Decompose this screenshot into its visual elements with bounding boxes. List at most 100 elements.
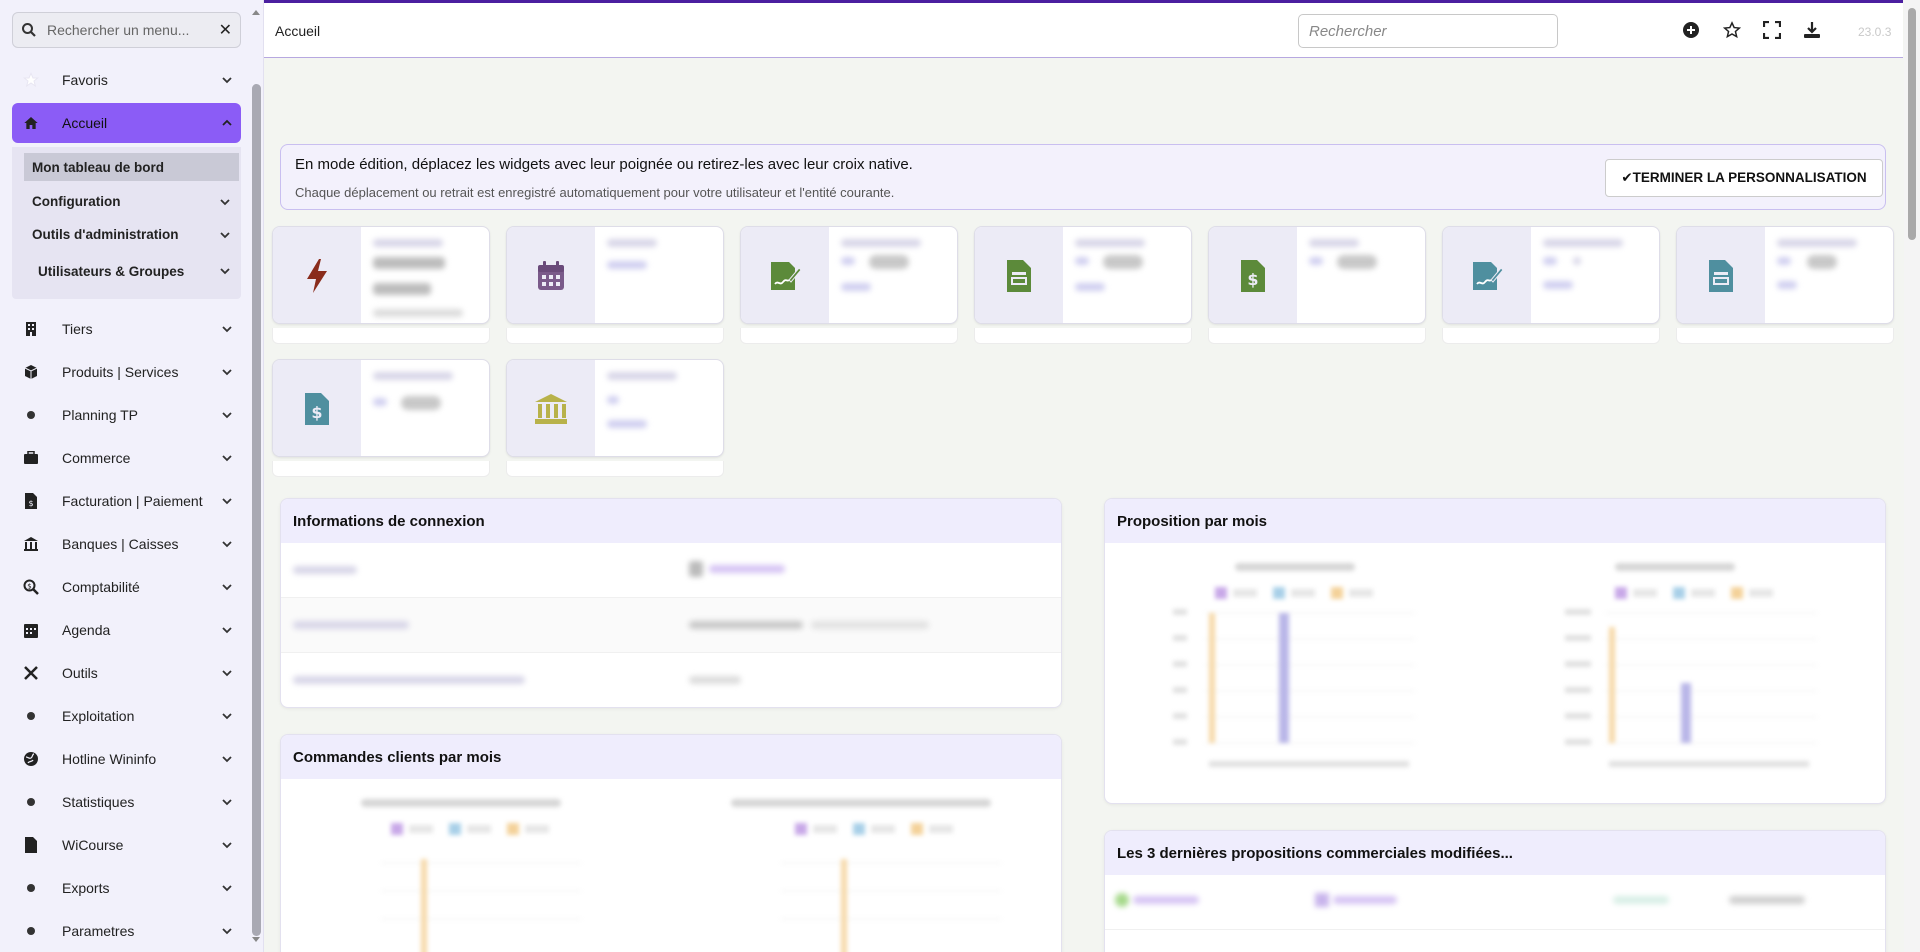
sidebar-item-planning-tp[interactable]: Planning TP <box>12 393 241 436</box>
invoice-dollar-icon: $ <box>1241 260 1265 292</box>
stat-widget[interactable] <box>740 226 958 346</box>
sidebar-item-statistiques[interactable]: Statistiques <box>12 780 241 823</box>
panel-title: Commandes clients par mois <box>281 735 1061 779</box>
chevron-down-icon <box>222 583 232 590</box>
sidebar-item-label: Outils <box>62 664 98 681</box>
sidebar-item-label: Produits | Services <box>62 363 179 380</box>
bank-icon <box>535 394 567 424</box>
dot-icon <box>22 406 40 424</box>
sidebar-item-comptabilite[interactable]: $ Comptabilité <box>12 565 241 608</box>
main-scrollbar[interactable] <box>1904 0 1920 952</box>
sidebar-item-hotline[interactable]: Hotline Wininfo <box>12 737 241 780</box>
sidebar-item-label: Exploitation <box>62 707 135 724</box>
submenu-item-outils-admin[interactable]: Outils d'administration <box>12 218 241 251</box>
sidebar-item-agenda[interactable]: Agenda <box>12 608 241 651</box>
sidebar-item-banques[interactable]: Banques | Caisses <box>12 522 241 565</box>
global-search-input[interactable]: Rechercher <box>1298 14 1558 48</box>
breadcrumb[interactable]: Accueil <box>275 23 320 39</box>
bank-icon <box>22 535 40 553</box>
star-icon <box>22 71 40 89</box>
chevron-down-icon <box>222 454 232 461</box>
dot-icon <box>22 707 40 725</box>
sidebar-item-label: Accueil <box>62 115 108 131</box>
chevron-up-icon <box>222 119 232 126</box>
sidebar-item-facturation[interactable]: $ Facturation | Paiement <box>12 479 241 522</box>
sidebar-scrollbar[interactable] <box>249 8 263 944</box>
add-circle-icon[interactable] <box>1682 21 1700 39</box>
stat-widget[interactable] <box>974 226 1192 346</box>
invoice-icon: $ <box>22 492 40 510</box>
submenu-item-configuration[interactable]: Configuration <box>12 185 241 218</box>
sidebar-item-label: Facturation | Paiement <box>62 492 203 509</box>
sidebar-scrollbar-thumb[interactable] <box>252 84 261 936</box>
chevron-down-icon <box>222 712 232 719</box>
sidebar-item-label: Exports <box>62 879 110 896</box>
star-outline-icon[interactable] <box>1723 21 1741 39</box>
sidebar-item-wicourse[interactable]: WiCourse <box>12 823 241 866</box>
sidebar-item-outils[interactable]: Outils <box>12 651 241 694</box>
stat-widget[interactable]: $ <box>1208 226 1426 346</box>
edit-mode-notice: En mode édition, déplacez les widgets av… <box>280 144 1886 210</box>
sidebar-item-label: Parametres <box>62 922 135 939</box>
scroll-down-arrow-icon[interactable] <box>252 937 260 942</box>
last-proposals-panel: Les 3 dernières propositions commerciale… <box>1104 830 1886 952</box>
fullscreen-icon[interactable] <box>1763 21 1781 39</box>
signed-document-icon <box>771 262 801 290</box>
sidebar-item-tiers[interactable]: Tiers <box>12 307 241 350</box>
search-icon <box>22 23 36 37</box>
sidebar-item-exports[interactable]: Exports <box>12 866 241 909</box>
sidebar-item-label: Favoris <box>62 71 108 88</box>
sidebar-item-commerce[interactable]: Commerce <box>12 436 241 479</box>
customer-orders-chart-panel: Commandes clients par mois <box>280 734 1062 952</box>
briefcase-icon <box>22 449 40 467</box>
chevron-down-icon <box>222 368 232 375</box>
submenu-item-utilisateurs-groupes[interactable]: Utilisateurs & Groupes <box>12 251 241 291</box>
file-icon <box>22 836 40 854</box>
panel-title: Proposition par mois <box>1105 499 1885 543</box>
sidebar-item-accueil[interactable]: Accueil <box>12 103 241 143</box>
chevron-down-icon <box>222 841 232 848</box>
home-icon <box>22 114 40 132</box>
panel-title: Les 3 dernières propositions commerciale… <box>1105 831 1885 875</box>
table-row <box>281 598 1061 653</box>
chevron-down-icon <box>222 76 232 83</box>
stat-widget[interactable] <box>272 226 490 346</box>
sidebar: Rechercher un menu... ✕ Favoris Accueil … <box>0 0 264 952</box>
sidebar-item-favoris[interactable]: Favoris <box>12 58 241 101</box>
bolt-icon <box>307 259 327 293</box>
menu-search-box[interactable]: Rechercher un menu... ✕ <box>12 12 241 48</box>
svg-text:$: $ <box>27 582 31 590</box>
dot-icon <box>22 879 40 897</box>
stat-widget[interactable]: $ <box>272 359 490 479</box>
box-icon <box>22 363 40 381</box>
main-scrollbar-thumb[interactable] <box>1908 8 1916 240</box>
chevron-down-icon <box>222 755 232 762</box>
submenu-item-tableau-de-bord[interactable]: Mon tableau de bord <box>24 153 239 181</box>
chevron-down-icon <box>222 626 232 633</box>
sidebar-item-produits-services[interactable]: Produits | Services <box>12 350 241 393</box>
chevron-down-icon <box>220 268 230 275</box>
stat-widget[interactable] <box>506 359 724 479</box>
finish-customization-button[interactable]: ✔TERMINER LA PERSONNALISATION <box>1605 159 1883 197</box>
sidebar-item-parametres[interactable]: Parametres <box>12 909 241 952</box>
chevron-down-icon <box>222 497 232 504</box>
chevron-down-icon <box>222 411 232 418</box>
calendar-icon <box>538 261 564 290</box>
sidebar-item-exploitation[interactable]: Exploitation <box>12 694 241 737</box>
svg-text:$: $ <box>1247 270 1258 289</box>
connection-info-panel: Informations de connexion <box>280 498 1062 708</box>
stat-widget[interactable] <box>1676 226 1894 346</box>
chevron-down-icon <box>222 798 232 805</box>
document-icon <box>1709 260 1733 292</box>
stat-widget[interactable] <box>506 226 724 346</box>
scroll-up-arrow-icon[interactable] <box>252 10 260 15</box>
svg-text:$: $ <box>28 499 33 508</box>
stat-widget[interactable] <box>1442 226 1660 346</box>
signed-document-icon <box>1473 262 1503 290</box>
menu-search-input[interactable]: Rechercher un menu... <box>47 22 219 38</box>
download-icon[interactable] <box>1803 21 1821 39</box>
search-dollar-icon: $ <box>22 578 40 596</box>
sidebar-menu: Favoris Accueil Mon tableau de bord Conf… <box>12 58 241 952</box>
clear-search-icon[interactable]: ✕ <box>219 20 232 40</box>
sidebar-item-label: Commerce <box>62 449 131 466</box>
